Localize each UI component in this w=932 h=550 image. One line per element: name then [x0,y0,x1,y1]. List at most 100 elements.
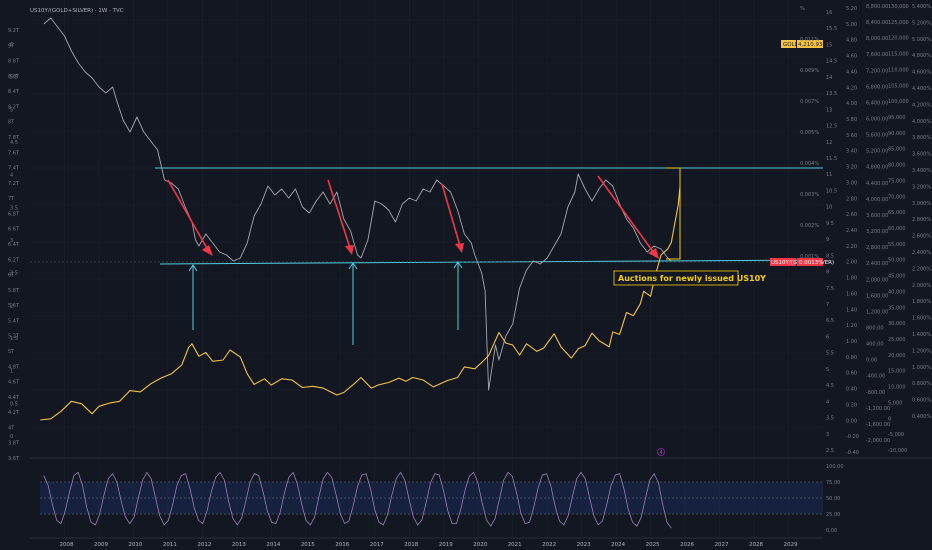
axis-d-label: 110,000 [888,67,909,73]
axis-b-label: 0.00 [846,418,857,424]
chart-canvas: Auctions for newly issued US10Y US10Y/(G… [0,0,932,550]
axis-c-label: 6,800.00 [866,84,888,90]
axis-e-label: 4.600% [912,70,931,76]
x-tick-label: 2014 [266,542,280,548]
axis-b-label: -0.40 [846,450,859,456]
left-axis-label: 5.8T [8,288,20,294]
axis-e-label: 3.000% [912,201,931,207]
axis-d-label: 80,000 [888,163,906,169]
axis-c-label: 3,600.00 [866,213,888,219]
axis-e-label: 0.600% [912,398,931,404]
event-marker-label: 4 [660,450,663,456]
oscillator-axis-label: 75.00 [826,480,840,486]
axis-a-label: 2.5 [826,448,834,454]
x-tick-label: 2017 [370,542,384,548]
x-tick-label: 2008 [59,542,73,548]
axis-c-label: 3,200.00 [866,229,888,235]
axis-b-label: 3.60 [846,133,857,139]
left-axis-label: 1 [10,369,13,375]
axis-a-label: 6.5 [826,318,834,324]
axis-b-label: 0.20 [846,402,857,408]
axis-d-label: 85,000 [888,147,906,153]
axis-b-label: 5.00 [846,22,857,28]
axis-d-label: -10,000 [888,448,907,454]
left-axis-label: 0.5 [10,401,18,407]
axis-c-label: 7,600.00 [866,52,888,58]
left-axis-label: 3 [10,238,13,244]
axis-b-label: -0.20 [846,434,859,440]
axis-a-label: 3 [826,432,829,438]
axis-d-label: 40,000 [888,289,906,295]
axis-c-label: 400.00 [866,342,884,348]
left-axis-label: 2 [10,303,13,309]
axis-b-label: 4.20 [846,85,857,91]
left-axis-label: 7T [8,196,15,202]
left-axis-label: 5.4T [8,318,20,324]
axis-d-label: 120,000 [888,36,909,42]
axis-e-label: 0.800% [912,381,931,387]
axis-e-label: 2.200% [912,266,931,272]
axis-c-label: 5,600.00 [866,133,888,139]
axis-c-label: 4,000.00 [866,197,888,203]
chart-background [0,0,932,550]
axis-b-label: 1.80 [846,276,857,282]
axis-c-label: -800.00 [866,390,885,396]
axis-d-label: 70,000 [888,194,906,200]
axis-d-label: 20,000 [888,353,906,359]
x-tick-label: 2022 [542,542,556,548]
x-tick-label: 2024 [611,542,625,548]
axis-e-label: 2.400% [912,250,931,256]
oscillator-axis-label: 100.00 [826,464,844,470]
axis-a-label: 12.5 [826,124,837,130]
axis-d-label: 100,000 [888,99,909,105]
pct-axis-label: 0.004% [800,161,819,167]
axis-d-label: 125,000 [888,20,909,26]
left-axis-label: 4.5 [10,140,18,146]
axis-b-label: 3.40 [846,149,857,155]
axis-e-label: 4.400% [912,86,931,92]
axis-e-label: 5.400% [912,4,931,10]
axis-d-label: 10,000 [888,385,906,391]
axis-c-label: 2,000.00 [866,277,888,283]
x-tick-label: 2020 [473,542,487,548]
ratio-tag-value: 0.0013% [799,260,823,266]
axis-a-label: 7.5 [826,286,834,292]
axis-c-label: -2,000.00 [866,438,890,444]
pct-axis-label: 0.007% [800,99,819,105]
axis-a-label: 12 [826,140,832,146]
axis-a-label: 4 [826,399,829,405]
axis-a-label: 5 [826,367,829,373]
x-tick-label: 2028 [749,542,763,548]
axis-b-label: 3.80 [846,117,857,123]
axis-e-label: 1.200% [912,348,931,354]
axis-a-label: 16 [826,10,832,16]
axis-c-label: -1,600.00 [866,422,890,428]
axis-a-label: 15.5 [826,26,837,32]
axis-e-label: 5.200% [912,20,931,26]
pct-axis-label: 0.011% [800,37,819,43]
axis-b-label: 0.60 [846,371,857,377]
axis-a-label: 5.5 [826,351,834,357]
axis-d-label: 0 [888,416,891,422]
left-axis-label: 4T [8,425,15,431]
axis-b-label: 2.20 [846,244,857,250]
axis-d-label: 45,000 [888,274,906,280]
axis-a-label: 4.5 [826,383,834,389]
axis-b-label: 2.00 [846,260,857,266]
left-axis-label: 3.8T [8,441,20,447]
axis-e-label: 2.000% [912,283,931,289]
left-axis-label: 4.4T [8,395,20,401]
axis-b-label: 2.60 [846,212,857,218]
axis-c-label: 8,000.00 [866,36,888,42]
axis-d-label: 115,000 [888,52,909,58]
axis-c-label: 7,200.00 [866,68,888,74]
axis-c-label: 2,400.00 [866,261,888,267]
axis-a-label: 8.5 [826,253,834,259]
axis-d-label: 95,000 [888,115,906,121]
axis-b-label: 5.20 [846,6,857,12]
axis-a-label: 10.5 [826,188,837,194]
pct-axis-label: % [800,6,805,12]
axis-c-label: 8,800.00 [866,4,888,10]
axis-b-label: 1.40 [846,307,857,313]
axis-c-label: 4,800.00 [866,165,888,171]
